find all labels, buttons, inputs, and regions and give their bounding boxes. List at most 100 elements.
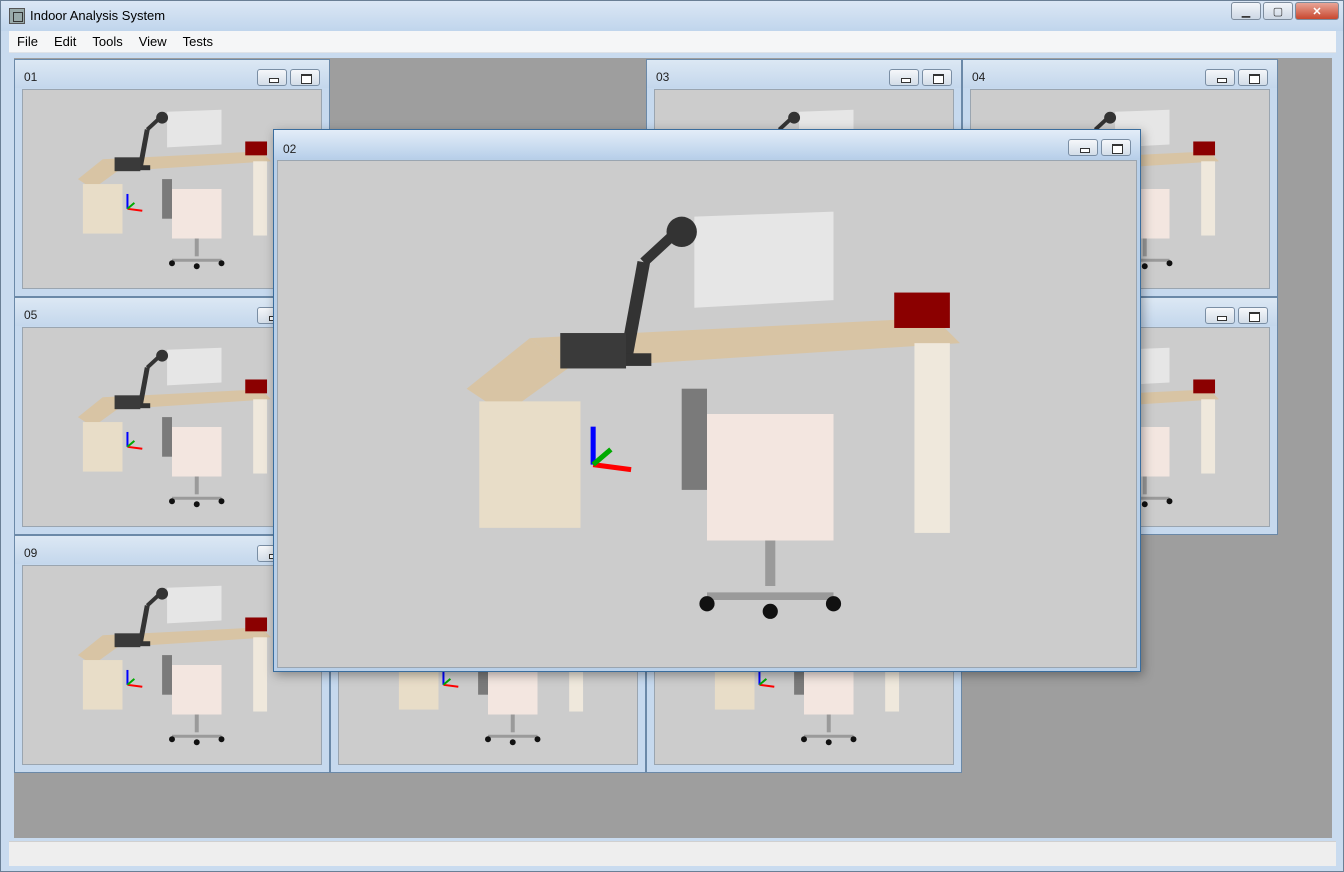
menu-edit[interactable]: Edit [46, 31, 84, 52]
chair-wheel [825, 596, 842, 612]
red-box [1193, 141, 1216, 156]
chair-wheel [193, 263, 200, 270]
chair-wheel [169, 498, 175, 505]
chair-wheel [509, 739, 516, 746]
printer [114, 395, 141, 410]
chair-back [488, 665, 538, 715]
subwindow-title-bar[interactable]: 04 [963, 60, 1277, 88]
subwindow-maximize-button[interactable] [1101, 139, 1131, 156]
chair-back [804, 665, 854, 715]
point-cloud-scene [327, 161, 1087, 667]
chair-wheel [193, 739, 200, 746]
desk-cabinet [82, 660, 123, 710]
menu-bar: File Edit Tools View Tests [9, 31, 1336, 53]
chair-wheel [169, 260, 175, 267]
chair-wheel [1141, 263, 1148, 270]
menu-tests[interactable]: Tests [175, 31, 221, 52]
monitor [167, 109, 222, 148]
subwindow-buttons [889, 69, 952, 86]
chair-wheel [534, 736, 541, 743]
chair-wheel [762, 603, 778, 619]
red-box [245, 617, 268, 632]
subwindow-label: 05 [24, 308, 38, 322]
red-box [894, 292, 950, 328]
subwindow-title-bar[interactable]: 03 [647, 60, 961, 88]
printer [114, 633, 141, 648]
chair-wheel [1166, 260, 1173, 267]
chair-wheel [218, 736, 225, 743]
chair-wheel [801, 736, 807, 743]
printer [560, 333, 627, 369]
main-window: Indoor Analysis System ▁ ▢ ✕ File Edit T… [0, 0, 1344, 872]
red-box [245, 379, 268, 394]
lamp-head [1104, 111, 1117, 124]
app-title: Indoor Analysis System [30, 8, 166, 23]
subwindow-buttons [1205, 307, 1268, 324]
point-cloud-viewport[interactable] [277, 160, 1137, 668]
subwindow-maximize-button[interactable] [922, 69, 952, 86]
monitor [694, 211, 834, 308]
subwindow-title-bar[interactable]: 02 [274, 130, 1140, 158]
lamp-head [156, 587, 169, 600]
desk-drawer [253, 637, 268, 712]
subwindow-label: 09 [24, 546, 38, 560]
subwindow-02-active[interactable]: 02 [273, 129, 1141, 672]
maximize-button[interactable]: ▢ [1263, 2, 1293, 20]
lamp-head [156, 349, 169, 362]
red-box [1193, 379, 1216, 394]
minimize-button[interactable]: ▁ [1231, 2, 1261, 20]
desk-drawer [914, 343, 950, 533]
subwindow-maximize-button[interactable] [1238, 69, 1268, 86]
chair-wheel [218, 260, 225, 267]
subwindow-buttons [1068, 139, 1131, 156]
title-bar[interactable]: Indoor Analysis System ▁ ▢ ✕ [1, 1, 1343, 31]
chair-wheel [169, 736, 175, 743]
status-bar [9, 841, 1336, 866]
chair-back [172, 189, 222, 239]
desk-drawer [253, 399, 268, 474]
subwindow-minimize-button[interactable] [889, 69, 919, 86]
caption-buttons: ▁ ▢ ✕ [1231, 2, 1339, 20]
chair-arm [681, 388, 707, 490]
subwindow-maximize-button[interactable] [1238, 307, 1268, 324]
subwindow-buttons [1205, 69, 1268, 86]
red-box [245, 141, 268, 156]
lamp-head [156, 111, 169, 124]
subwindow-label: 01 [24, 70, 38, 84]
chair-back [172, 665, 222, 715]
monitor [167, 347, 222, 386]
printer [114, 157, 141, 172]
chair-wheel [193, 501, 200, 508]
desk-cabinet [82, 184, 123, 234]
subwindow-title-bar[interactable]: 01 [15, 60, 329, 88]
app-icon [9, 8, 25, 24]
chair-arm [162, 655, 172, 695]
menu-view[interactable]: View [131, 31, 175, 52]
lamp-head [788, 111, 801, 124]
chair-wheel [1166, 498, 1173, 505]
chair-wheel [218, 498, 225, 505]
chair-wheel [485, 736, 491, 743]
subwindow-minimize-button[interactable] [1068, 139, 1098, 156]
desk-drawer [1201, 161, 1216, 236]
menu-tools[interactable]: Tools [84, 31, 130, 52]
subwindow-minimize-button[interactable] [1205, 69, 1235, 86]
subwindow-minimize-button[interactable] [257, 69, 287, 86]
monitor [167, 585, 222, 624]
close-button[interactable]: ✕ [1295, 2, 1339, 20]
chair-wheel [850, 736, 857, 743]
desk-cabinet [82, 422, 123, 472]
subwindow-label: 02 [283, 142, 297, 156]
chair-arm [162, 417, 172, 457]
subwindow-label: 04 [972, 70, 986, 84]
desk-drawer [253, 161, 268, 236]
subwindow-buttons [257, 69, 320, 86]
desk-drawer [1201, 399, 1216, 474]
subwindow-maximize-button[interactable] [290, 69, 320, 86]
chair-wheel [825, 739, 832, 746]
chair-wheel [1141, 501, 1148, 508]
menu-file[interactable]: File [9, 31, 46, 52]
chair-wheel [699, 596, 715, 612]
lamp-head [666, 216, 697, 248]
subwindow-minimize-button[interactable] [1205, 307, 1235, 324]
